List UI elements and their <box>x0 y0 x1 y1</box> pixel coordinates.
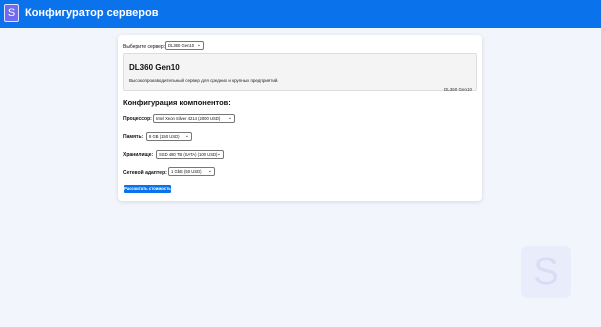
app-header: S Конфигуратор серверов <box>0 0 601 28</box>
network-select[interactable]: 1 GbE (50 USD) ⌄ <box>168 167 215 176</box>
processor-label: Процессор: <box>123 116 152 122</box>
watermark-logo: S <box>521 246 571 298</box>
configurator-card: Выберите сервер: DL360 Gen10 ⌄ DL360 Gen… <box>118 35 482 201</box>
chevron-down-icon: ⌄ <box>196 42 201 48</box>
network-select-value: 1 GbE (50 USD) <box>171 169 202 174</box>
storage-select[interactable]: SSD 480 TB (SATA) (100 USD) ⌄ <box>156 150 224 159</box>
calculate-button[interactable]: Рассчитать стоимость <box>124 185 171 193</box>
chevron-down-icon: ⌄ <box>184 133 189 139</box>
memory-select[interactable]: 8 GB (150 USD) ⌄ <box>146 132 192 141</box>
app-title: Конфигуратор серверов <box>25 7 159 19</box>
network-label: Сетевой адаптер: <box>123 170 167 176</box>
config-heading: Конфигурация компонентов: <box>123 98 231 107</box>
processor-select-value: Intel Xeon Silver 4214 (2000 USD) <box>156 116 221 121</box>
chevron-down-icon: ⌄ <box>216 151 221 157</box>
memory-label: Память: <box>123 134 144 140</box>
app-logo: S <box>4 4 19 22</box>
server-select-label: Выберите сервер: <box>123 44 166 50</box>
memory-select-value: 8 GB (150 USD) <box>149 134 180 139</box>
server-select[interactable]: DL360 Gen10 ⌄ <box>165 41 204 50</box>
server-name: DL360 Gen10 <box>129 63 180 72</box>
server-description: Высокопроизводительный сервер для средни… <box>129 78 279 83</box>
chevron-down-icon: ⌄ <box>227 115 232 121</box>
storage-select-value: SSD 480 TB (SATA) (100 USD) <box>159 152 218 157</box>
storage-label: Хранилище: <box>123 152 154 158</box>
server-select-value: DL360 Gen10 <box>168 43 195 48</box>
server-info-panel: DL360 Gen10 Высокопроизводительный серве… <box>123 53 477 92</box>
processor-select[interactable]: Intel Xeon Silver 4214 (2000 USD) ⌄ <box>153 114 235 123</box>
chevron-down-icon: ⌄ <box>207 168 212 174</box>
server-image: DL360 Gen10 <box>443 87 472 92</box>
